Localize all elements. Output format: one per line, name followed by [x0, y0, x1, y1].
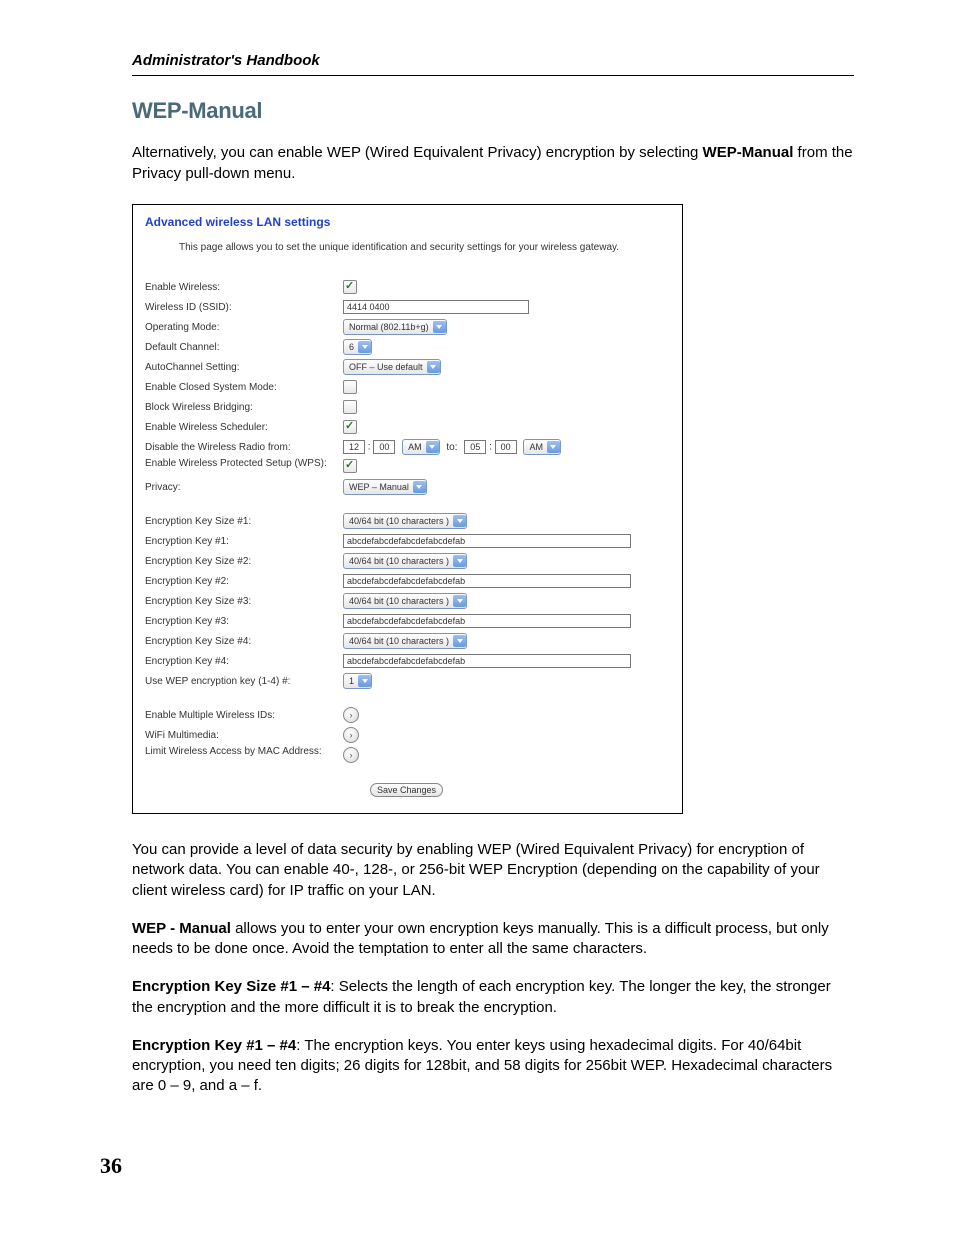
key3-label: Encryption Key #3: [145, 616, 343, 627]
save-changes-button[interactable]: Save Changes [370, 783, 443, 797]
running-header: Administrator's Handbook [132, 52, 854, 69]
chevron-down-icon [453, 555, 466, 567]
autochannel-value: OFF – Use default [349, 362, 423, 372]
wps-label: Enable Wireless Protected Setup (WPS): [145, 457, 343, 470]
privacy-label: Privacy: [145, 482, 343, 493]
to-min-input[interactable]: 00 [495, 440, 517, 454]
chevron-down-icon [433, 321, 446, 333]
intro-paragraph: Alternatively, you can enable WEP (Wired… [132, 142, 854, 184]
key4-input[interactable]: abcdefabcdefabcdefabcdefab [343, 654, 631, 668]
autochannel-label: AutoChannel Setting: [145, 362, 343, 373]
closed-system-label: Enable Closed System Mode: [145, 382, 343, 393]
enable-wireless-checkbox[interactable] [343, 280, 357, 294]
to-hour-input[interactable]: 05 [464, 440, 486, 454]
from-ampm-select[interactable]: AM [402, 439, 440, 455]
mode-select[interactable]: Normal (802.11b+g) [343, 319, 447, 335]
privacy-select[interactable]: WEP – Manual [343, 479, 427, 495]
page-number: 36 [100, 1153, 122, 1179]
body-p4-bold: Encryption Key #1 – #4 [132, 1037, 296, 1054]
chevron-down-icon [427, 361, 440, 373]
mac-limit-expand-icon[interactable]: › [343, 747, 359, 763]
intro-bold: WEP-Manual [703, 144, 794, 161]
usekey-label: Use WEP encryption key (1-4) #: [145, 676, 343, 687]
channel-select[interactable]: 6 [343, 339, 372, 355]
wifi-mm-expand-icon[interactable]: › [343, 727, 359, 743]
keysize4-value: 40/64 bit (10 characters ) [349, 636, 449, 646]
chevron-down-icon [453, 515, 466, 527]
wifi-mm-label: WiFi Multimedia: [145, 730, 343, 741]
scheduler-checkbox[interactable] [343, 420, 357, 434]
key2-input[interactable]: abcdefabcdefabcdefabcdefab [343, 574, 631, 588]
body-p3-bold: Encryption Key Size #1 – #4 [132, 978, 330, 995]
keysize2-select[interactable]: 40/64 bit (10 characters ) [343, 553, 467, 569]
mode-value: Normal (802.11b+g) [349, 322, 429, 332]
to-ampm-value: AM [529, 442, 543, 452]
mode-label: Operating Mode: [145, 322, 343, 333]
ssid-label: Wireless ID (SSID): [145, 302, 343, 313]
mac-limit-label: Limit Wireless Access by MAC Address: [145, 745, 343, 758]
section-title: WEP-Manual [132, 98, 854, 124]
panel-title: Advanced wireless LAN settings [145, 215, 668, 229]
chevron-down-icon [413, 481, 426, 493]
autochannel-select[interactable]: OFF – Use default [343, 359, 441, 375]
channel-label: Default Channel: [145, 342, 343, 353]
keysize3-select[interactable]: 40/64 bit (10 characters ) [343, 593, 467, 609]
body-p2-text: allows you to enter your own encryption … [132, 920, 829, 957]
chevron-down-icon [547, 441, 560, 453]
settings-panel: Advanced wireless LAN settings This page… [132, 204, 683, 814]
disable-radio-label: Disable the Wireless Radio from: [145, 442, 343, 453]
from-min-input[interactable]: 00 [373, 440, 395, 454]
chevron-down-icon [426, 441, 439, 453]
to-ampm-select[interactable]: AM [523, 439, 561, 455]
chevron-down-icon [453, 595, 466, 607]
intro-text-1: Alternatively, you can enable WEP (Wired… [132, 144, 703, 161]
keysize4-label: Encryption Key Size #4: [145, 636, 343, 647]
keysize2-value: 40/64 bit (10 characters ) [349, 556, 449, 566]
keysize3-label: Encryption Key Size #3: [145, 596, 343, 607]
enable-wireless-label: Enable Wireless: [145, 282, 343, 293]
chevron-down-icon [453, 635, 466, 647]
wps-checkbox[interactable] [343, 459, 357, 473]
body-text: You can provide a level of data security… [132, 840, 854, 1097]
body-p4: Encryption Key #1 – #4: The encryption k… [132, 1036, 854, 1097]
key3-input[interactable]: abcdefabcdefabcdefabcdefab [343, 614, 631, 628]
usekey-value: 1 [349, 676, 354, 686]
body-p2: WEP - Manual allows you to enter your ow… [132, 919, 854, 960]
multi-ssid-label: Enable Multiple Wireless IDs: [145, 710, 343, 721]
usekey-select[interactable]: 1 [343, 673, 372, 689]
block-bridging-label: Block Wireless Bridging: [145, 402, 343, 413]
keysize2-label: Encryption Key Size #2: [145, 556, 343, 567]
channel-value: 6 [349, 342, 354, 352]
key4-label: Encryption Key #4: [145, 656, 343, 667]
ssid-input[interactable]: 4414 0400 [343, 300, 529, 314]
body-p3: Encryption Key Size #1 – #4: Selects the… [132, 977, 854, 1018]
block-bridging-checkbox[interactable] [343, 400, 357, 414]
keysize1-label: Encryption Key Size #1: [145, 516, 343, 527]
to-label: to: [446, 442, 457, 453]
keysize3-value: 40/64 bit (10 characters ) [349, 596, 449, 606]
scheduler-label: Enable Wireless Scheduler: [145, 422, 343, 433]
body-p2-bold: WEP - Manual [132, 920, 231, 937]
keysize4-select[interactable]: 40/64 bit (10 characters ) [343, 633, 467, 649]
key1-label: Encryption Key #1: [145, 536, 343, 547]
keysize1-value: 40/64 bit (10 characters ) [349, 516, 449, 526]
chevron-down-icon [358, 675, 371, 687]
from-ampm-value: AM [408, 442, 422, 452]
privacy-value: WEP – Manual [349, 482, 409, 492]
from-hour-input[interactable]: 12 [343, 440, 365, 454]
key2-label: Encryption Key #2: [145, 576, 343, 587]
multi-ssid-expand-icon[interactable]: › [343, 707, 359, 723]
panel-description: This page allows you to set the unique i… [179, 241, 668, 255]
body-p1: You can provide a level of data security… [132, 840, 854, 901]
chevron-down-icon [358, 341, 371, 353]
keysize1-select[interactable]: 40/64 bit (10 characters ) [343, 513, 467, 529]
header-rule [132, 75, 854, 76]
key1-input[interactable]: abcdefabcdefabcdefabcdefab [343, 534, 631, 548]
closed-system-checkbox[interactable] [343, 380, 357, 394]
